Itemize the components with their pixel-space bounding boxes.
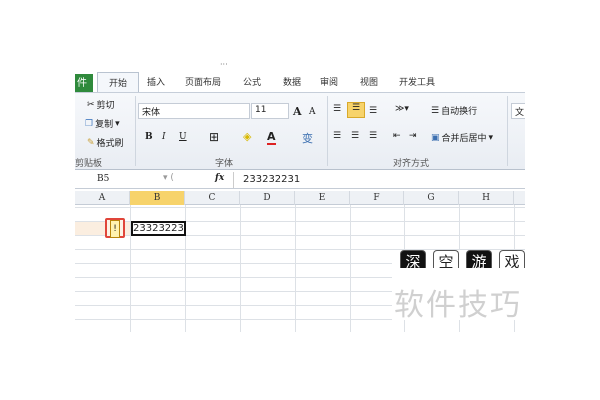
- align-center-button[interactable]: ☰: [351, 131, 359, 141]
- copy-icon: ❐: [85, 118, 94, 129]
- name-box-dropdown[interactable]: ▾ (: [163, 173, 174, 183]
- align-middle-icon: ☰: [351, 103, 361, 113]
- group-label-clipboard: 剪贴板: [75, 159, 103, 169]
- divider: [327, 96, 328, 166]
- copy-button[interactable]: ❐ 复制 ▾: [85, 117, 120, 131]
- insert-function-button[interactable]: fx: [215, 173, 224, 183]
- group-label-alignment: 对齐方式: [393, 159, 430, 169]
- tab-developer[interactable]: 开发工具: [399, 75, 435, 88]
- paint-bucket-icon: ◈: [243, 130, 252, 143]
- watermark-box: 空: [433, 250, 459, 268]
- chevron-down-icon: ▾: [115, 118, 120, 129]
- increase-indent-button[interactable]: ⇥: [409, 131, 417, 141]
- column-headers: A B C D E F G H: [75, 191, 525, 205]
- group-label-font: 字体: [215, 159, 234, 169]
- wrap-text-button[interactable]: ☰ 自动换行: [431, 104, 477, 118]
- cell-b5[interactable]: 233232231: [131, 221, 186, 236]
- column-header-b[interactable]: B: [130, 191, 185, 205]
- column-header-d[interactable]: D: [240, 191, 295, 205]
- column-header-f[interactable]: F: [350, 191, 404, 205]
- tab-review[interactable]: 审阅: [320, 75, 338, 88]
- align-bottom-button[interactable]: ☰: [369, 106, 377, 116]
- merge-icon: ▣: [431, 132, 440, 143]
- align-middle-button[interactable]: ☰: [347, 102, 365, 118]
- column-header-g[interactable]: G: [404, 191, 459, 205]
- number-format-select[interactable]: 文: [511, 103, 525, 119]
- formula-input[interactable]: 233232231: [243, 174, 300, 185]
- fill-color-button[interactable]: ◈: [243, 130, 251, 143]
- watermark-box: 游: [466, 250, 492, 268]
- align-right-icon: ☰: [369, 131, 378, 141]
- divider: [507, 96, 508, 166]
- font-name-select[interactable]: 宋体: [138, 103, 250, 119]
- watermark: 深 空 游 戏 软件技巧: [392, 250, 532, 323]
- chevron-down-icon: ▾: [488, 132, 494, 143]
- watermark-text: 软件技巧: [394, 288, 522, 323]
- brush-icon: ✎: [87, 137, 95, 148]
- cut-button[interactable]: ✂ 剪切: [87, 98, 115, 112]
- watermark-box: 深: [400, 250, 426, 268]
- tab-insert[interactable]: 插入: [147, 75, 165, 88]
- phonetic-button[interactable]: 变: [302, 130, 313, 146]
- border-grid-icon: ⊞: [209, 130, 220, 144]
- wrap-text-icon: ☰: [431, 105, 440, 116]
- tab-view[interactable]: 视图: [360, 75, 378, 88]
- divider: [233, 172, 234, 188]
- watermark-box: 戏: [499, 250, 525, 268]
- outdent-icon: ⇥: [409, 131, 417, 141]
- column-header-c[interactable]: C: [185, 191, 240, 205]
- decrease-indent-button[interactable]: ⇤: [393, 131, 401, 141]
- tab-page-layout[interactable]: 页面布局: [185, 75, 221, 88]
- font-size-select[interactable]: 11: [251, 103, 289, 119]
- align-top-button[interactable]: ☰: [333, 104, 341, 114]
- error-check-button[interactable]: !: [105, 218, 125, 238]
- indent-icon: ⇤: [393, 131, 401, 141]
- bold-button[interactable]: B: [145, 132, 153, 142]
- italic-button[interactable]: I: [162, 132, 166, 142]
- align-right-button[interactable]: ☰: [369, 131, 377, 141]
- shrink-font-button[interactable]: A: [309, 107, 316, 117]
- column-header-e[interactable]: E: [295, 191, 350, 205]
- align-bottom-icon: ☰: [369, 106, 378, 116]
- column-header-h[interactable]: H: [459, 191, 514, 205]
- column-header-a[interactable]: A: [75, 191, 130, 205]
- orientation-icon: ≫▾: [395, 104, 409, 114]
- scissors-icon: ✂: [87, 99, 95, 110]
- tab-formulas[interactable]: 公式: [243, 75, 261, 88]
- align-center-icon: ☰: [351, 131, 360, 141]
- align-left-button[interactable]: ☰: [333, 131, 341, 141]
- merge-center-button[interactable]: ▣ 合并后居中 ▾: [431, 131, 494, 145]
- orientation-button[interactable]: ≫▾: [395, 104, 409, 114]
- format-painter-button[interactable]: ✎ 格式刷: [87, 136, 124, 150]
- divider: [135, 96, 136, 166]
- align-top-icon: ☰: [333, 104, 342, 114]
- tab-home[interactable]: 开始: [97, 72, 139, 93]
- underline-button[interactable]: U: [179, 132, 187, 142]
- grow-font-button[interactable]: A: [293, 105, 302, 118]
- quick-access-overflow[interactable]: ···: [220, 60, 228, 69]
- align-left-icon: ☰: [333, 131, 342, 141]
- tab-file[interactable]: 件: [75, 74, 93, 92]
- warning-diamond-icon: !: [110, 220, 120, 238]
- font-color-button[interactable]: A: [267, 130, 276, 145]
- tab-data[interactable]: 数据: [283, 75, 301, 88]
- borders-button[interactable]: ⊞: [209, 130, 219, 144]
- name-box[interactable]: B5: [97, 174, 109, 184]
